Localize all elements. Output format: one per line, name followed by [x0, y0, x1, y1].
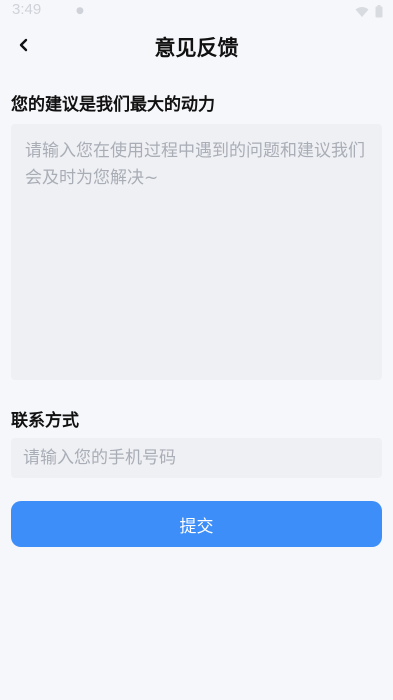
- contact-label: 联系方式: [11, 411, 79, 431]
- phone-input-container: [11, 438, 382, 478]
- phone-input[interactable]: [23, 448, 370, 468]
- status-time: 3:49: [12, 1, 42, 18]
- submit-button[interactable]: 提交: [11, 501, 382, 547]
- wifi-icon: [355, 3, 369, 22]
- battery-icon: [375, 3, 383, 22]
- feedback-label: 您的建议是我们最大的动力: [11, 95, 215, 115]
- page-title: 意见反馈: [154, 36, 239, 60]
- header: 意见反馈: [0, 24, 393, 68]
- status-bar: 3:49 ●: [0, 0, 393, 22]
- feedback-textarea[interactable]: [25, 138, 368, 366]
- status-icons: [355, 3, 383, 22]
- feedback-screen: 3:49 ● 意见反馈 您的建议是我们最大的动力 联系方式 提交: [0, 0, 393, 700]
- notification-dot-icon: ●: [76, 6, 84, 16]
- feedback-textarea-container: [11, 124, 382, 380]
